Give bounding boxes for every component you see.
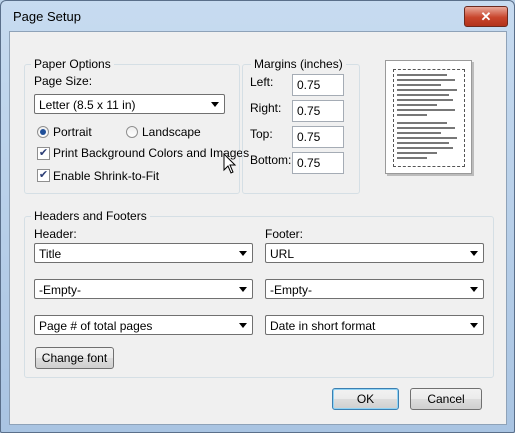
preview-text-line: [397, 99, 453, 101]
chevron-down-icon: [239, 287, 247, 292]
page-setup-dialog: Page Setup ✕ Paper Options Page Size: Le…: [0, 0, 515, 433]
chevron-down-icon: [239, 323, 247, 328]
preview-text-line: [397, 114, 427, 116]
margins-label: Margins (inches): [251, 57, 346, 71]
preview-text-line: [397, 152, 437, 154]
preview-text-line: [397, 84, 441, 86]
margin-right-label: Right:: [250, 101, 282, 115]
close-icon: ✕: [480, 9, 492, 24]
preview-text-line: [397, 137, 457, 139]
footer-label: Footer:: [265, 227, 304, 241]
page-size-value: Letter (8.5 x 11 in): [39, 98, 136, 112]
header-select-3-value: Page # of total pages: [39, 319, 153, 333]
header-select-1[interactable]: Title: [34, 243, 253, 263]
margin-bottom-input[interactable]: 0.75: [292, 152, 344, 174]
margin-bottom-label: Bottom:: [250, 153, 292, 167]
footer-select-3[interactable]: Date in short format: [265, 315, 484, 335]
margin-right-input[interactable]: 0.75: [292, 100, 344, 122]
margin-top-label: Top:: [250, 127, 273, 141]
preview-text-line: [397, 142, 449, 144]
mouse-cursor-icon: [223, 153, 237, 174]
landscape-radio[interactable]: [126, 126, 138, 138]
margin-left-input[interactable]: 0.75: [292, 74, 344, 96]
margin-left-label: Left:: [250, 75, 274, 89]
footer-select-2[interactable]: -Empty-: [265, 279, 484, 299]
header-select-3[interactable]: Page # of total pages: [34, 315, 253, 335]
change-font-button[interactable]: Change font: [35, 347, 114, 369]
preview-text-line: [397, 132, 441, 134]
header-select-2-value: -Empty-: [39, 283, 81, 297]
shrink-to-fit-label[interactable]: Enable Shrink-to-Fit: [53, 169, 159, 183]
close-button[interactable]: ✕: [464, 6, 508, 27]
preview-text-line: [397, 147, 453, 149]
margin-top-input[interactable]: 0.75: [292, 126, 344, 148]
checkmark-icon: ✔: [38, 169, 49, 181]
chevron-down-icon: [470, 287, 478, 292]
print-background-checkbox[interactable]: ✔: [37, 147, 50, 160]
page-size-label: Page Size:: [34, 74, 93, 88]
preview-text-line: [397, 109, 455, 111]
preview-text-line: [397, 127, 455, 129]
ok-button[interactable]: OK: [332, 388, 399, 410]
cancel-button[interactable]: Cancel: [410, 388, 482, 410]
header-select-1-value: Title: [39, 247, 62, 261]
footer-select-3-value: Date in short format: [270, 319, 376, 333]
chevron-down-icon: [470, 323, 478, 328]
preview-text-line: [397, 104, 437, 106]
footer-select-1[interactable]: URL: [265, 243, 484, 263]
footer-select-1-value: URL: [270, 247, 295, 261]
shrink-to-fit-checkbox[interactable]: ✔: [37, 169, 50, 182]
checkmark-icon: ✔: [38, 147, 49, 159]
dialog-content: Paper Options Page Size: Letter (8.5 x 1…: [9, 31, 507, 425]
footer-select-2-value: -Empty-: [270, 283, 312, 297]
portrait-label[interactable]: Portrait: [53, 125, 92, 139]
preview-text-line: [397, 79, 455, 81]
preview-printable-area: [393, 69, 465, 167]
paper-options-label: Paper Options: [31, 57, 114, 71]
header-label: Header:: [34, 227, 77, 241]
dialog-title: Page Setup: [13, 9, 81, 24]
chevron-down-icon: [470, 251, 478, 256]
headers-footers-label: Headers and Footers: [31, 209, 150, 223]
preview-text-line: [397, 122, 447, 124]
preview-text-line: [397, 94, 449, 96]
radio-selected-dot: [40, 129, 46, 135]
preview-text-line: [397, 74, 447, 76]
print-background-label[interactable]: Print Background Colors and Images: [53, 146, 249, 160]
chevron-down-icon: [239, 251, 247, 256]
chevron-down-icon: [211, 102, 219, 107]
landscape-label[interactable]: Landscape: [142, 125, 201, 139]
header-select-2[interactable]: -Empty-: [34, 279, 253, 299]
page-preview: [385, 60, 472, 174]
page-size-select[interactable]: Letter (8.5 x 11 in): [34, 94, 225, 114]
preview-text-line: [397, 157, 427, 159]
portrait-radio[interactable]: [37, 126, 49, 138]
title-bar[interactable]: Page Setup ✕: [1, 1, 514, 31]
preview-text-line: [397, 89, 457, 91]
